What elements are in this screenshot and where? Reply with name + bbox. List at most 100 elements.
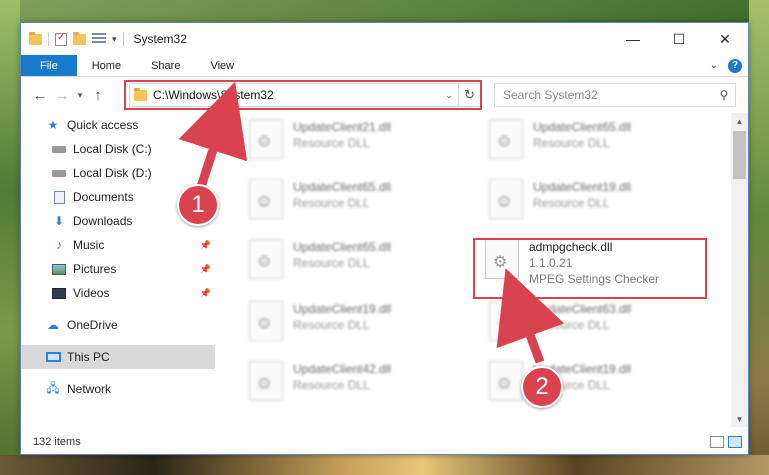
star-icon: ★ — [47, 118, 59, 132]
title-bar: ▾ System32 — ☐ ✕ — [21, 23, 748, 55]
sidebar-item-quick-access[interactable]: ★ Quick access — [21, 113, 215, 137]
sidebar-item-label: Quick access — [67, 118, 139, 132]
file-item[interactable]: UpdateClient65.dll Resource DLL — [489, 119, 631, 159]
ribbon-tabs: File Home Share View ⌄ ? — [21, 55, 748, 77]
dll-file-icon — [249, 119, 283, 159]
pin-icon[interactable]: 📌 — [200, 264, 211, 275]
sidebar-item-label: Pictures — [73, 262, 117, 276]
disk-icon — [51, 142, 67, 156]
sidebar-item-local-disk-c[interactable]: Local Disk (C:) — [21, 137, 215, 161]
details-view-icon[interactable] — [710, 436, 724, 448]
scroll-up-icon[interactable]: ▲ — [731, 113, 748, 129]
file-description: Resource DLL — [293, 378, 370, 392]
file-description: Resource DLL — [533, 318, 610, 332]
scrollbar-thumb[interactable] — [733, 131, 746, 179]
search-icon[interactable]: ⚲ — [713, 88, 735, 102]
divider — [122, 32, 124, 46]
sidebar-item-label: This PC — [67, 350, 110, 364]
file-item[interactable]: UpdateClient21.dll Resource DLL — [249, 119, 391, 159]
close-button[interactable]: ✕ — [702, 23, 748, 55]
minimize-button[interactable]: — — [610, 23, 656, 55]
file-item[interactable]: UpdateClient63.dll Resource DLL — [489, 301, 631, 341]
sidebar-item-label: Documents — [73, 190, 134, 204]
sidebar-item-this-pc[interactable]: This PC — [21, 345, 215, 369]
sidebar-item-label: Local Disk (D:) — [73, 166, 152, 180]
file-item[interactable]: UpdateClient65.dll Resource DLL — [249, 179, 391, 219]
file-item[interactable]: UpdateClient19.dll Resource DLL — [489, 179, 631, 219]
sidebar-item-label: OneDrive — [67, 318, 118, 332]
pin-icon[interactable]: 📌 — [200, 288, 211, 299]
file-description: Resource DLL — [533, 196, 610, 210]
file-name: UpdateClient63.dll — [533, 302, 632, 316]
file-item[interactable]: UpdateClient65.dll Resource DLL — [249, 239, 391, 279]
sidebar-item-network[interactable]: 🖧 Network — [21, 377, 215, 401]
file-item[interactable]: UpdateClient19.dll Resource DLL — [249, 301, 391, 341]
status-bar: 132 items — [21, 430, 748, 454]
dll-file-icon — [249, 179, 283, 219]
sidebar-item-label: Videos — [73, 286, 110, 300]
sidebar-item-label: Music — [73, 238, 105, 252]
cloud-icon: ☁ — [47, 318, 59, 332]
file-highlight — [473, 238, 707, 299]
search-input[interactable]: Search System32 — [503, 88, 713, 102]
up-arrow-icon[interactable]: ↑ — [87, 87, 109, 104]
sidebar-item-music[interactable]: ♪ Music 📌 — [21, 233, 215, 257]
pin-icon[interactable]: 📌 — [200, 240, 211, 251]
sidebar-item-label: Downloads — [73, 214, 133, 228]
file-name: UpdateClient19.dll — [293, 302, 392, 316]
tab-file[interactable]: File — [21, 55, 77, 76]
file-name: UpdateClient65.dll — [533, 120, 632, 134]
file-name: UpdateClient21.dll — [293, 120, 392, 134]
divider — [48, 32, 49, 46]
file-description: Resource DLL — [293, 136, 370, 150]
dll-file-icon — [489, 119, 523, 159]
videos-icon — [51, 286, 67, 300]
sidebar-item-local-disk-d[interactable]: Local Disk (D:) — [21, 161, 215, 185]
file-name: UpdateClient42.dll — [293, 362, 392, 376]
dll-file-icon — [249, 239, 283, 279]
tab-home[interactable]: Home — [77, 55, 136, 76]
dll-file-icon — [489, 179, 523, 219]
address-bar-highlight — [124, 80, 482, 110]
item-count: 132 items — [33, 436, 81, 448]
file-name: UpdateClient65.dll — [293, 180, 392, 194]
window-controls: — ☐ ✕ — [610, 23, 748, 55]
ribbon-right: ⌄ ? — [710, 55, 748, 76]
music-icon: ♪ — [56, 238, 62, 252]
customize-toolbar-icon[interactable]: ▾ — [112, 34, 117, 45]
properties-icon[interactable] — [55, 32, 67, 46]
tab-share[interactable]: Share — [136, 55, 195, 76]
dll-file-icon — [249, 361, 283, 401]
download-icon: ⬇ — [53, 214, 65, 228]
new-folder-icon[interactable] — [73, 31, 86, 45]
file-description: Resource DLL — [533, 136, 610, 150]
sidebar-item-onedrive[interactable]: ☁ OneDrive — [21, 313, 215, 337]
file-item[interactable]: UpdateClient42.dll Resource DLL — [249, 361, 391, 401]
callout-2: 2 — [521, 366, 563, 408]
recent-locations-icon[interactable]: ▾ — [73, 90, 87, 101]
navigation-pane: ★ Quick access Local Disk (C:) Local Dis… — [21, 113, 215, 413]
file-description: Resource DLL — [293, 256, 370, 270]
expand-ribbon-icon[interactable]: ⌄ — [710, 60, 718, 71]
help-icon[interactable]: ? — [728, 58, 742, 73]
view-options-icon[interactable] — [92, 33, 106, 45]
vertical-scrollbar[interactable]: ▲ ▼ — [731, 113, 748, 427]
tiles-view-icon[interactable] — [728, 436, 742, 448]
search-box[interactable]: Search System32 ⚲ — [494, 83, 736, 107]
file-name: UpdateClient65.dll — [293, 240, 392, 254]
callout-1: 1 — [177, 184, 219, 226]
maximize-button[interactable]: ☐ — [656, 23, 702, 55]
file-description: Resource DLL — [293, 318, 370, 332]
sidebar-item-videos[interactable]: Videos 📌 — [21, 281, 215, 305]
document-icon — [51, 190, 67, 204]
window-title: System32 — [133, 32, 187, 46]
sidebar-item-pictures[interactable]: Pictures 📌 — [21, 257, 215, 281]
tab-view[interactable]: View — [195, 55, 249, 76]
back-arrow-icon[interactable]: ← — [29, 87, 51, 104]
scroll-down-icon[interactable]: ▼ — [731, 411, 748, 427]
file-description: Resource DLL — [293, 196, 370, 210]
forward-arrow-icon[interactable]: → — [51, 87, 73, 104]
